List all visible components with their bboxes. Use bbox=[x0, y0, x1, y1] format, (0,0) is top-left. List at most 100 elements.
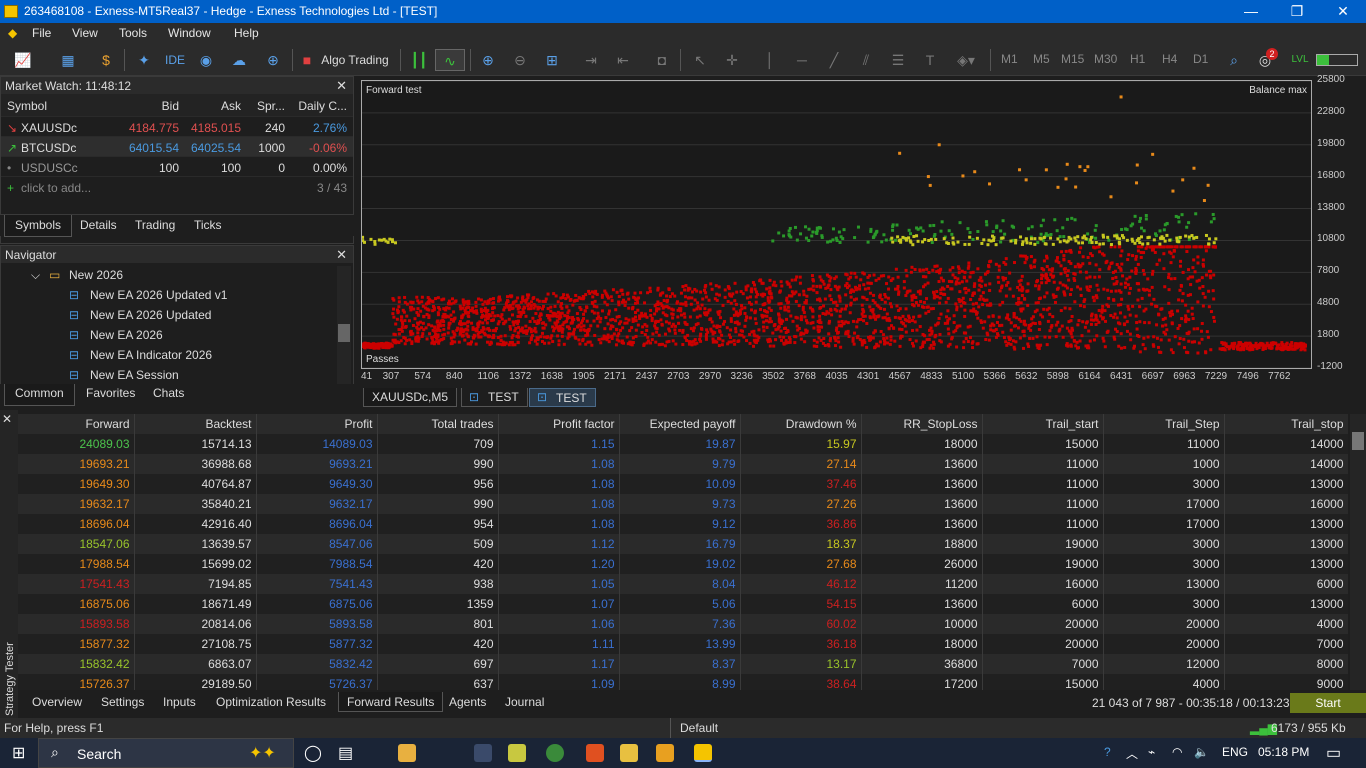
zoom-in-icon[interactable]: ⊕ bbox=[478, 49, 498, 71]
nav-item[interactable]: New EA 2026 Updated bbox=[90, 308, 211, 322]
cloud-icon[interactable]: ☁ bbox=[228, 49, 250, 71]
algo-trading-icon[interactable]: ■ bbox=[300, 49, 314, 71]
chevron-down-icon[interactable]: ⌵ bbox=[31, 268, 40, 283]
restore-button[interactable]: ❐ bbox=[1274, 0, 1320, 23]
table-row[interactable]: 17988.54 15699.02 7988.54 420 1.20 19.02 27.68… bbox=[18, 554, 1348, 574]
app-icon-1[interactable] bbox=[620, 744, 638, 762]
taskbar-search[interactable]: ⌕ Search ✦✦ bbox=[38, 738, 294, 768]
nav-item[interactable]: New EA Indicator 2026 bbox=[90, 348, 212, 362]
line-chart-icon[interactable]: ∿ bbox=[435, 49, 465, 71]
fibo-icon[interactable]: ☰ bbox=[888, 49, 908, 71]
tf-m30[interactable]: M30 bbox=[1094, 52, 1117, 66]
crosshair-icon[interactable]: ✛ bbox=[722, 49, 742, 71]
symbol-row[interactable]: ↗ BTCUSDc 64015.54 64025.54 1000 -0.06% bbox=[1, 137, 353, 157]
app-icon-2[interactable] bbox=[656, 744, 674, 762]
col-drawdown-[interactable]: Drawdown % bbox=[740, 414, 862, 434]
plot-area[interactable]: Forward test Balance max Passes bbox=[360, 80, 1312, 369]
scroll-icon[interactable]: ⇥ bbox=[580, 49, 602, 71]
close-icon[interactable]: ✕ bbox=[2, 412, 12, 426]
tab-inputs[interactable]: Inputs bbox=[155, 692, 204, 712]
table-row[interactable]: 17541.43 7194.85 7541.43 938 1.05 8.04 46.12 11… bbox=[18, 574, 1348, 594]
col-profit-factor[interactable]: Profit factor bbox=[498, 414, 620, 434]
signal-icon[interactable]: ◉ bbox=[196, 49, 216, 71]
table-row[interactable]: 24089.03 15714.13 14089.03 709 1.15 19.87 15.9… bbox=[18, 434, 1348, 454]
language[interactable]: ENG bbox=[1222, 745, 1248, 759]
text-icon[interactable]: T bbox=[920, 49, 940, 71]
table-row[interactable]: 15726.37 29189.50 5726.37 637 1.09 8.99 38.64 1… bbox=[18, 674, 1348, 690]
nav-item[interactable]: New EA Session bbox=[90, 368, 179, 382]
tf-m15[interactable]: M15 bbox=[1061, 52, 1084, 66]
clock[interactable]: 05:18 PM bbox=[1258, 745, 1309, 759]
menu-tools[interactable]: Tools bbox=[119, 26, 147, 40]
tab-chats[interactable]: Chats bbox=[145, 384, 192, 406]
zoom-out-icon[interactable]: ⊖ bbox=[510, 49, 530, 71]
help-icon[interactable]: ? bbox=[1104, 745, 1111, 759]
notes-icon[interactable] bbox=[508, 744, 526, 762]
table-row[interactable]: 18547.06 13639.57 8547.06 509 1.12 16.79 18.37… bbox=[18, 534, 1348, 554]
table-row[interactable]: 15832.42 6863.07 5832.42 697 1.17 8.37 13.17 36… bbox=[18, 654, 1348, 674]
close-icon[interactable]: ✕ bbox=[336, 78, 347, 94]
shift-icon[interactable]: ⇤ bbox=[612, 49, 634, 71]
start-button[interactable]: Start bbox=[1290, 693, 1366, 713]
algo-trading-button[interactable]: Algo Trading bbox=[318, 49, 392, 71]
notification-center-icon[interactable]: ▭ bbox=[1326, 743, 1341, 763]
menu-window[interactable]: Window bbox=[168, 26, 211, 40]
tab-overview[interactable]: Overview bbox=[24, 692, 90, 712]
shapes-icon[interactable]: ◈▾ bbox=[950, 49, 982, 71]
add-symbol-row[interactable]: + click to add... 3 / 43 bbox=[1, 177, 353, 197]
sparkle-icon[interactable]: ✦ bbox=[134, 49, 154, 71]
col-daily-change[interactable]: Daily C... bbox=[298, 99, 347, 113]
chart-type-icon[interactable]: 📈 bbox=[8, 49, 38, 71]
templates-icon[interactable]: ▦ bbox=[52, 49, 84, 71]
vline-icon[interactable]: │ bbox=[760, 49, 780, 71]
hline-icon[interactable]: ─ bbox=[792, 49, 812, 71]
tab-journal[interactable]: Journal bbox=[497, 692, 552, 712]
col-forward[interactable]: Forward bbox=[18, 414, 135, 434]
globe-icon[interactable]: ⊕ bbox=[262, 49, 284, 71]
cursor-icon[interactable]: ↖ bbox=[690, 49, 710, 71]
table-row[interactable]: 19632.17 35840.21 9632.17 990 1.08 9.73 27.26 1… bbox=[18, 494, 1348, 514]
col-total-trades[interactable]: Total trades bbox=[377, 414, 499, 434]
table-row[interactable]: 16875.06 18671.49 6875.06 1359 1.07 5.06 54.15… bbox=[18, 594, 1348, 614]
table-row[interactable]: 15877.32 27108.75 5877.32 420 1.11 13.99 36.18… bbox=[18, 634, 1348, 654]
table-row[interactable]: 19649.30 40764.87 9649.30 956 1.08 10.09 37.46… bbox=[18, 474, 1348, 494]
search-icon[interactable]: ⌕ bbox=[1224, 49, 1244, 71]
money-icon[interactable]: $ bbox=[96, 49, 116, 71]
menu-view[interactable]: View bbox=[72, 26, 98, 40]
metatrader-icon[interactable] bbox=[694, 744, 712, 762]
tab-agents[interactable]: Agents bbox=[441, 692, 494, 712]
bar-chart-icon[interactable]: ┃┃ bbox=[408, 49, 430, 71]
widgets-icon[interactable]: ▤ bbox=[338, 743, 353, 763]
security-icon[interactable] bbox=[474, 744, 492, 762]
col-ask[interactable]: Ask bbox=[221, 99, 241, 113]
task-view-icon[interactable]: ◯ bbox=[304, 743, 322, 763]
col-rr-stoploss[interactable]: RR_StopLoss bbox=[861, 414, 983, 434]
tab-symbols[interactable]: Symbols bbox=[4, 215, 73, 237]
table-row[interactable]: 18696.04 42916.40 8696.04 954 1.08 9.12 36.86 1… bbox=[18, 514, 1348, 534]
channel-icon[interactable]: ⫽ bbox=[856, 49, 876, 71]
table-row[interactable]: 15893.58 20814.06 5893.58 801 1.06 7.36 60.02 1… bbox=[18, 614, 1348, 634]
tf-m1[interactable]: M1 bbox=[1001, 52, 1018, 66]
close-icon[interactable]: ✕ bbox=[336, 247, 347, 263]
nav-item[interactable]: New EA 2026 bbox=[90, 328, 163, 342]
nav-item[interactable]: New EA 2026 Updated v1 bbox=[90, 288, 227, 302]
minimize-button[interactable]: — bbox=[1228, 0, 1274, 23]
brave-icon[interactable] bbox=[586, 744, 604, 762]
lvl-icon[interactable]: LVL bbox=[1290, 49, 1310, 71]
add-symbol-link[interactable]: click to add... bbox=[21, 181, 91, 195]
col-symbol[interactable]: Symbol bbox=[7, 99, 47, 113]
app-menu-icon[interactable]: ◆ bbox=[8, 26, 17, 40]
close-button[interactable]: ✕ bbox=[1320, 0, 1366, 23]
wifi-icon[interactable]: ◠ bbox=[1172, 745, 1182, 759]
chevron-up-icon[interactable]: ︿ bbox=[1126, 745, 1138, 762]
col-profit[interactable]: Profit bbox=[256, 414, 378, 434]
col-trail-start[interactable]: Trail_start bbox=[982, 414, 1104, 434]
tab-ticks[interactable]: Ticks bbox=[184, 215, 232, 237]
menu-file[interactable]: File bbox=[32, 26, 51, 40]
tab-trading[interactable]: Trading bbox=[125, 215, 185, 237]
tf-d1[interactable]: D1 bbox=[1193, 52, 1208, 66]
windows-start-icon[interactable]: ⊞ bbox=[12, 743, 25, 763]
navigator-scrollbar[interactable] bbox=[337, 266, 351, 384]
nav-folder[interactable]: New 2026 bbox=[69, 268, 123, 282]
file-explorer-icon[interactable] bbox=[398, 744, 416, 762]
